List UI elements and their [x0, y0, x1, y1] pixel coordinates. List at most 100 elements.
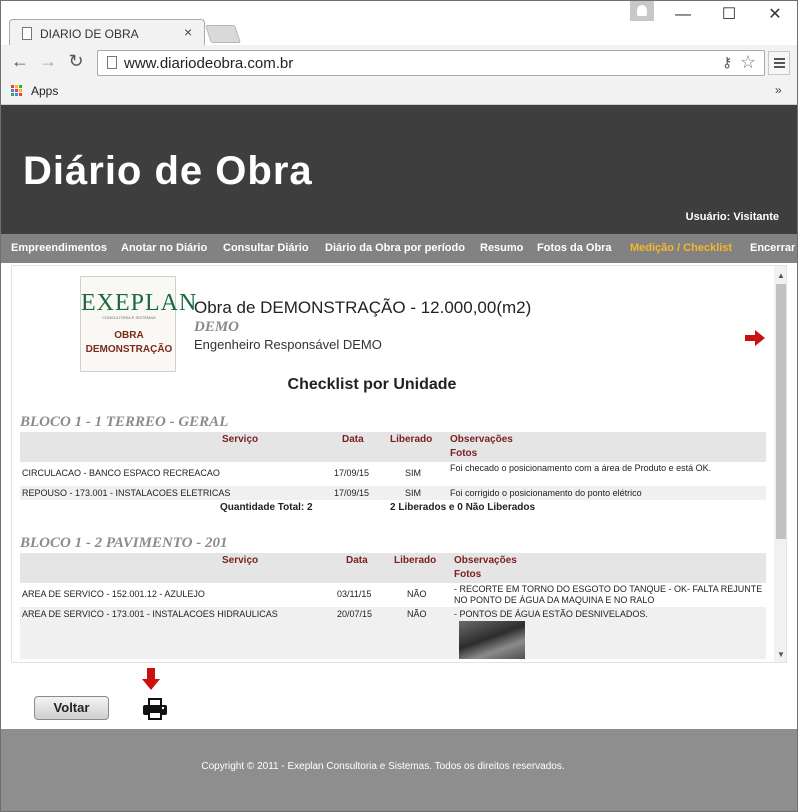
bookmarks-overflow-icon[interactable]: »: [775, 83, 782, 97]
col-servico: Serviço: [222, 555, 259, 566]
table-row: CIRCULACAO - BANCO ESPACO RECREACAO 17/0…: [20, 462, 766, 486]
apps-icon[interactable]: [11, 85, 23, 97]
logo-tagline: CONSULTORIA E SISTEMAS: [102, 315, 156, 320]
vertical-scrollbar[interactable]: ▲ ▼: [774, 266, 786, 662]
reload-icon[interactable]: ↻: [65, 51, 87, 72]
col-fotos: Fotos: [450, 448, 478, 459]
table-header: Serviço Data Liberado Observações Fotos: [20, 432, 766, 462]
cell-servico: AREA DE SERVICO - 173.001 - INSTALACOES …: [22, 609, 278, 619]
nav-item-consultar[interactable]: Consultar Diário: [223, 242, 309, 254]
cell-data: 03/11/15: [337, 589, 372, 599]
obra-engineer: Engenheiro Responsável DEMO: [194, 337, 382, 352]
web-page: Diário de Obra Usuário: Visitante Empree…: [1, 105, 797, 811]
checklist-title: Checklist por Unidade: [287, 376, 457, 393]
key-icon[interactable]: ⚷: [722, 54, 732, 71]
cell-data: 20/07/15: [337, 609, 373, 619]
tab-strip: DIARIO DE OBRA × — ☐ ✕: [1, 1, 797, 47]
arrow-right-icon[interactable]: [744, 330, 766, 346]
browser-chrome: DIARIO DE OBRA × — ☐ ✕ ← → ↻ www.diariod…: [1, 1, 797, 105]
printer-icon[interactable]: [142, 697, 168, 721]
site-header: Diário de Obra Usuário: Visitante: [1, 105, 797, 234]
star-icon[interactable]: ☆: [740, 52, 756, 73]
cell-liberado: NÃO: [407, 609, 427, 619]
cell-data: 17/09/15: [334, 488, 370, 498]
logo-line-1: OBRA: [114, 330, 144, 341]
cell-data: 17/09/15: [334, 468, 370, 478]
cell-liberado: SIM: [405, 468, 422, 478]
tab-title: DIARIO DE OBRA: [40, 27, 139, 41]
scroll-up-icon[interactable]: ▲: [777, 271, 785, 280]
browser-tab[interactable]: DIARIO DE OBRA ×: [9, 19, 205, 47]
user-label: Usuário: Visitante: [685, 211, 779, 223]
bookmarks-bar: Apps »: [1, 81, 797, 105]
nav-item-diario-periodo[interactable]: Diário da Obra por período: [325, 242, 465, 254]
logo-obra-label: OBRA DEMONSTRAÇÃO: [81, 329, 177, 357]
cell-liberado: NÃO: [407, 589, 427, 599]
apps-link[interactable]: Apps: [31, 84, 58, 98]
nav-item-encerrar[interactable]: Encerrar: [750, 242, 795, 254]
address-bar[interactable]: www.diariodeobra.com.br ⚷ ☆: [97, 50, 765, 76]
page-icon: [107, 56, 117, 69]
scroll-down-icon[interactable]: ▼: [777, 650, 785, 659]
arrow-down-icon: [142, 668, 160, 690]
profile-icon[interactable]: [630, 1, 654, 21]
nav-item-anotar[interactable]: Anotar no Diário: [121, 242, 207, 254]
col-liberado: Liberado: [394, 555, 437, 566]
table-header: Serviço Data Liberado Observações Fotos: [20, 553, 766, 583]
nav-item-empreendimentos[interactable]: Empreendimentos: [11, 242, 107, 254]
quantidade-total: Quantidade Total: 2: [220, 502, 313, 513]
cell-servico: REPOUSO - 173.001 - INSTALACOES ELETRICA…: [22, 488, 231, 498]
new-tab-button[interactable]: [205, 25, 241, 43]
nav-item-resumo[interactable]: Resumo: [480, 242, 523, 254]
menu-icon[interactable]: [768, 51, 790, 75]
checklist-block-2: BLOCO 1 - 2 PAVIMENTO - 201 Serviço Data…: [20, 535, 766, 659]
cell-servico: CIRCULACAO - BANCO ESPACO RECREACAO: [22, 468, 220, 478]
col-observacoes: Observações: [454, 555, 517, 566]
maximize-button[interactable]: ☐: [709, 3, 749, 27]
cell-servico: AREA DE SERVICO - 152.001.12 - AZULEJO: [22, 589, 205, 599]
cell-observacoes: - RECORTE EM TORNO DO ESGOTO DO TANQUE -…: [454, 584, 763, 605]
liberados-summary: 2 Liberados e 0 Não Liberados: [390, 502, 536, 513]
block-title: BLOCO 1 - 2 PAVIMENTO - 201: [20, 535, 228, 551]
forward-icon[interactable]: →: [37, 51, 59, 72]
nav-item-medicao-checklist[interactable]: Medição / Checklist: [630, 242, 732, 254]
footer-copyright: Copyright © 2011 - Exeplan Consultoria e…: [201, 761, 565, 772]
cell-observacoes: - PONTOS DE ÁGUA ESTÃO DESNIVELADOS.: [454, 609, 648, 619]
page-icon: [22, 27, 32, 40]
col-observacoes: Observações: [450, 434, 513, 445]
table-row: AREA DE SERVICO - 173.001 - INSTALACOES …: [20, 607, 766, 659]
back-icon[interactable]: ←: [9, 51, 31, 72]
table-row: REPOUSO - 173.001 - INSTALACOES ELETRICA…: [20, 486, 766, 500]
action-bar: Voltar: [1, 664, 797, 728]
close-window-button[interactable]: ✕: [755, 3, 795, 27]
col-liberado: Liberado: [390, 434, 433, 445]
col-fotos: Fotos: [454, 569, 482, 580]
col-servico: Serviço: [222, 434, 259, 445]
col-data: Data: [342, 434, 364, 445]
logo-line-2: DEMONSTRAÇÃO: [85, 344, 173, 355]
site-title: Diário de Obra: [23, 149, 313, 193]
cell-observacoes: Foi checado o posicionamento com a área …: [450, 463, 712, 473]
logo-brand: EXEPLAN: [81, 290, 198, 316]
scroll-thumb[interactable]: [776, 284, 786, 539]
table-footer: Quantidade Total: 2 2 Liberados e 0 Não …: [20, 500, 766, 514]
obra-title: Obra de DEMONSTRAÇÃO - 12.000,00(m2): [194, 298, 532, 317]
cell-liberado: SIM: [405, 488, 422, 498]
checklist-block-1: BLOCO 1 - 1 TERREO - GERAL Serviço Data …: [20, 414, 766, 514]
table-row: AREA DE SERVICO - 152.001.12 - AZULEJO 0…: [20, 583, 766, 607]
main-nav: Empreendimentos Anotar no Diário Consult…: [1, 234, 797, 263]
cell-observacoes: Foi corrigido o posicionamento do ponto …: [450, 488, 642, 498]
minimize-button[interactable]: —: [663, 3, 703, 27]
obra-photo-thumbnail[interactable]: [459, 621, 525, 659]
col-data: Data: [346, 555, 368, 566]
site-footer: Copyright © 2011 - Exeplan Consultoria e…: [1, 729, 797, 811]
browser-window: DIARIO DE OBRA × — ☐ ✕ ← → ↻ www.diariod…: [0, 0, 798, 812]
voltar-button[interactable]: Voltar: [34, 696, 109, 720]
nav-item-fotos[interactable]: Fotos da Obra: [537, 242, 612, 254]
checklist-frame: EXEPLAN CONSULTORIA E SISTEMAS OBRA DEMO…: [11, 265, 787, 663]
url-text: www.diariodeobra.com.br: [124, 55, 294, 72]
obra-code: DEMO: [194, 319, 240, 335]
close-tab-icon[interactable]: ×: [184, 24, 192, 40]
block-title: BLOCO 1 - 1 TERREO - GERAL: [20, 414, 229, 430]
obra-logo: EXEPLAN CONSULTORIA E SISTEMAS OBRA DEMO…: [80, 276, 198, 372]
